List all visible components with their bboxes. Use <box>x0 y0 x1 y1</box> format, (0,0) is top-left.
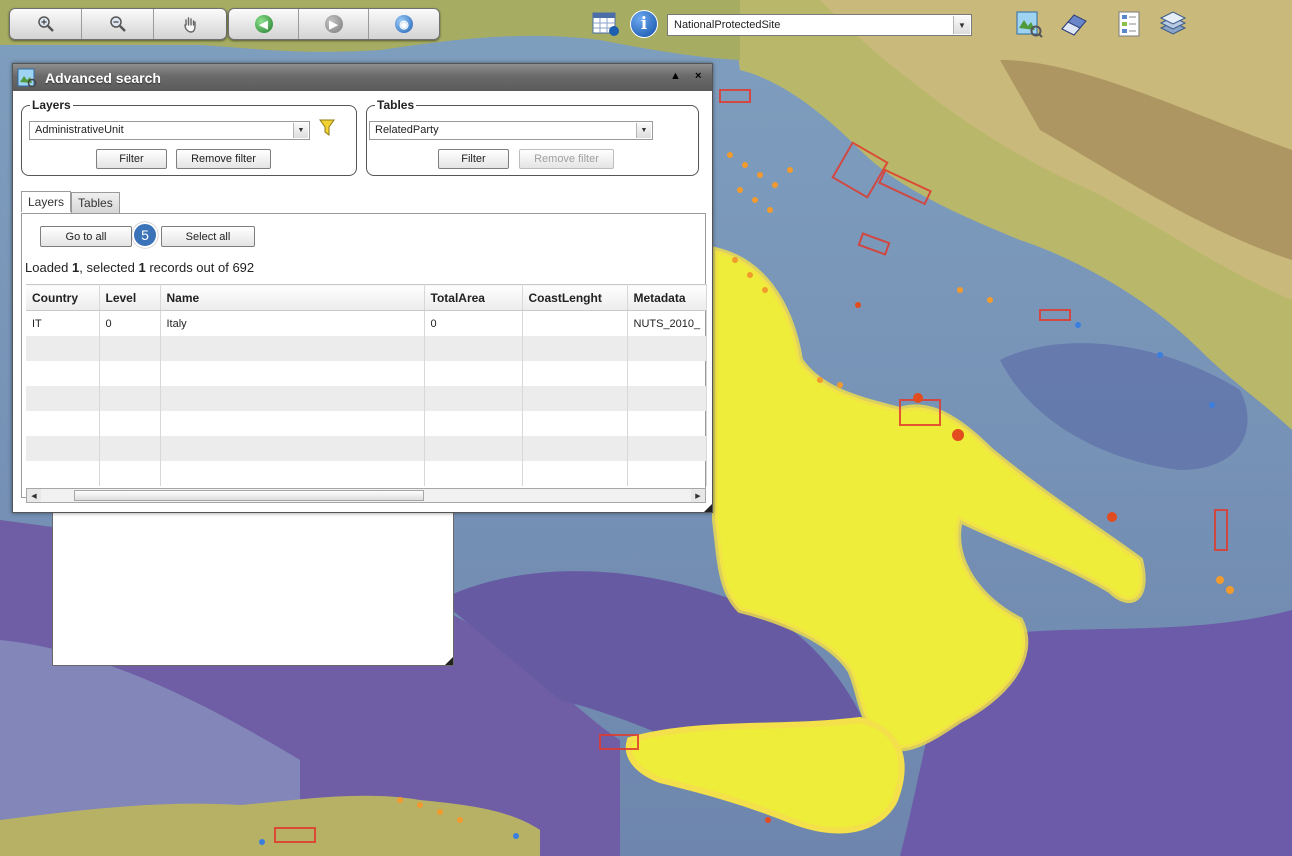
cell-coastlenght <box>522 310 628 336</box>
identify-info-icon: i <box>630 10 658 38</box>
layers-filter-button[interactable]: Filter <box>96 149 167 169</box>
status-prefix: Loaded <box>25 260 72 275</box>
extent-toolbar: ◀ ▶ ◉ <box>228 8 440 40</box>
results-table: Country Level Name TotalArea CoastLenght… <box>26 284 707 486</box>
collapse-button[interactable]: ▲ <box>670 70 681 82</box>
empty-row <box>26 361 707 386</box>
empty-row <box>26 386 707 411</box>
empty-row <box>26 461 707 486</box>
go-to-all-button[interactable]: Go to all <box>40 226 132 247</box>
table-combo[interactable]: RelatedParty ▼ <box>369 121 653 140</box>
tab-layers[interactable]: Layers <box>21 191 72 212</box>
window-title: Advanced search <box>45 69 161 86</box>
status-selected-count: 1 <box>138 260 146 275</box>
layers-icon <box>1159 11 1187 35</box>
previous-extent-button[interactable]: ◀ <box>229 9 299 39</box>
chevron-down-icon: ▼ <box>636 123 651 138</box>
full-extent-icon: ◉ <box>395 15 413 33</box>
column-header-metadata[interactable]: Metadata <box>627 284 707 311</box>
cell-level: 0 <box>99 310 161 336</box>
pan-hand-icon <box>184 17 196 33</box>
horizontal-scrollbar[interactable]: ◀ ▶ <box>26 488 706 503</box>
result-tabs: Layers Tables <box>21 191 120 213</box>
table-row[interactable]: IT 0 Italy 0 NUTS_2010_ <box>26 310 707 336</box>
tables-remove-filter-button[interactable]: Remove filter <box>519 149 614 169</box>
legend-icon <box>1118 11 1140 37</box>
step-badge: 5 <box>132 222 158 248</box>
scrollbar-thumb[interactable] <box>74 490 424 501</box>
identify-info-button[interactable]: i <box>628 8 660 40</box>
advanced-search-window: Advanced search ▲ × Layers Administrativ… <box>12 63 713 513</box>
cell-metadata: NUTS_2010_ <box>627 310 707 336</box>
zoom-pan-toolbar <box>9 8 227 40</box>
layers-remove-filter-button[interactable]: Remove filter <box>176 149 271 169</box>
resize-grip[interactable] <box>704 504 712 512</box>
column-header-totalarea[interactable]: TotalArea <box>424 284 523 311</box>
cell-country: IT <box>26 310 100 336</box>
chevron-down-icon: ▼ <box>293 123 308 138</box>
layers-button[interactable] <box>1157 8 1189 40</box>
next-extent-button[interactable]: ▶ <box>299 9 369 39</box>
eraser-icon <box>1061 14 1087 36</box>
column-header-coastlenght[interactable]: CoastLenght <box>522 284 628 311</box>
column-header-name[interactable]: Name <box>160 284 425 311</box>
legend-button[interactable] <box>1113 8 1145 40</box>
zoom-out-button[interactable] <box>82 9 154 39</box>
empty-row <box>26 336 707 361</box>
cell-name: Italy <box>160 310 425 336</box>
zoom-in-button[interactable] <box>10 9 82 39</box>
status-middle: , selected <box>79 260 139 275</box>
records-status: Loaded 1, selected 1 records out of 692 <box>25 260 254 275</box>
results-panel <box>52 500 454 666</box>
select-all-button[interactable]: Select all <box>161 226 255 247</box>
table-header-row: Country Level Name TotalArea CoastLenght… <box>26 284 707 311</box>
pan-button[interactable] <box>154 9 226 39</box>
resize-grip[interactable] <box>445 657 453 665</box>
layers-group-legend: Layers <box>32 98 71 112</box>
empty-row <box>26 411 707 436</box>
filter-funnel-icon[interactable] <box>319 119 335 137</box>
full-extent-button[interactable]: ◉ <box>369 9 439 39</box>
scroll-right-icon[interactable]: ▶ <box>691 489 705 502</box>
chevron-down-icon: ▼ <box>953 16 970 34</box>
attribute-table-icon <box>592 12 619 36</box>
table-combo-value: RelatedParty <box>375 124 439 136</box>
empty-row <box>26 436 707 461</box>
attribute-table-button[interactable] <box>590 8 622 40</box>
column-header-country[interactable]: Country <box>26 284 100 311</box>
previous-extent-icon: ◀ <box>254 15 273 33</box>
cell-totalarea: 0 <box>424 310 523 336</box>
layer-combo-value: AdministrativeUnit <box>35 124 124 136</box>
advanced-search-icon <box>1016 11 1043 38</box>
active-layer-select[interactable]: NationalProtectedSite ▼ <box>667 14 972 36</box>
tables-filter-button[interactable]: Filter <box>438 149 509 169</box>
tab-tables[interactable]: Tables <box>71 192 120 213</box>
advanced-search-icon <box>17 68 37 87</box>
next-extent-icon: ▶ <box>324 15 343 33</box>
zoom-in-icon <box>37 16 54 32</box>
column-header-level[interactable]: Level <box>99 284 161 311</box>
advanced-search-button[interactable] <box>1013 8 1045 40</box>
eraser-button[interactable] <box>1058 8 1090 40</box>
layer-combo[interactable]: AdministrativeUnit ▼ <box>29 121 310 140</box>
active-layer-value: NationalProtectedSite <box>674 19 781 31</box>
scroll-left-icon[interactable]: ◀ <box>27 489 41 502</box>
tables-group-legend: Tables <box>377 98 415 112</box>
status-suffix: records out of 692 <box>145 260 255 275</box>
zoom-out-icon <box>109 16 126 32</box>
close-button[interactable]: × <box>695 70 701 82</box>
window-titlebar[interactable]: Advanced search ▲ × <box>13 64 712 91</box>
